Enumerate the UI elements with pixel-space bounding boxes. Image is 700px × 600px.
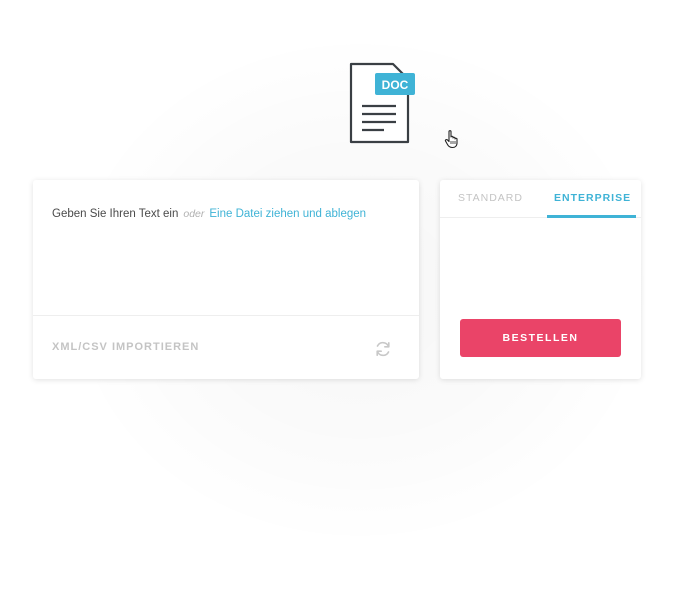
file-drop-link[interactable]: Eine Datei ziehen und ablegen xyxy=(209,208,366,220)
or-separator: oder xyxy=(183,208,205,220)
tab-standard[interactable]: STANDARD xyxy=(458,192,523,204)
panel-divider xyxy=(33,315,419,316)
refresh-icon[interactable] xyxy=(374,340,392,358)
prompt-label: Geben Sie Ihren Text ein xyxy=(52,208,179,220)
active-tab-indicator xyxy=(547,215,636,218)
plan-tabs: STANDARD ENTERPRISE xyxy=(440,180,641,218)
plan-panel: STANDARD ENTERPRISE BESTELLEN xyxy=(440,180,641,379)
tab-enterprise[interactable]: ENTERPRISE xyxy=(554,192,631,204)
hand-pointer-icon xyxy=(444,129,462,149)
import-xml-csv-link[interactable]: XML/CSV IMPORTIEREN xyxy=(52,341,199,353)
doc-badge-label: DOC xyxy=(382,78,409,92)
text-input-panel[interactable]: Geben Sie Ihren Text ein oder Eine Datei z… xyxy=(33,180,419,379)
document-icon: DOC xyxy=(348,62,416,146)
order-button[interactable]: BESTELLEN xyxy=(460,319,621,357)
text-input-prompt[interactable]: Geben Sie Ihren Text ein oder Eine Datei z… xyxy=(52,208,366,220)
